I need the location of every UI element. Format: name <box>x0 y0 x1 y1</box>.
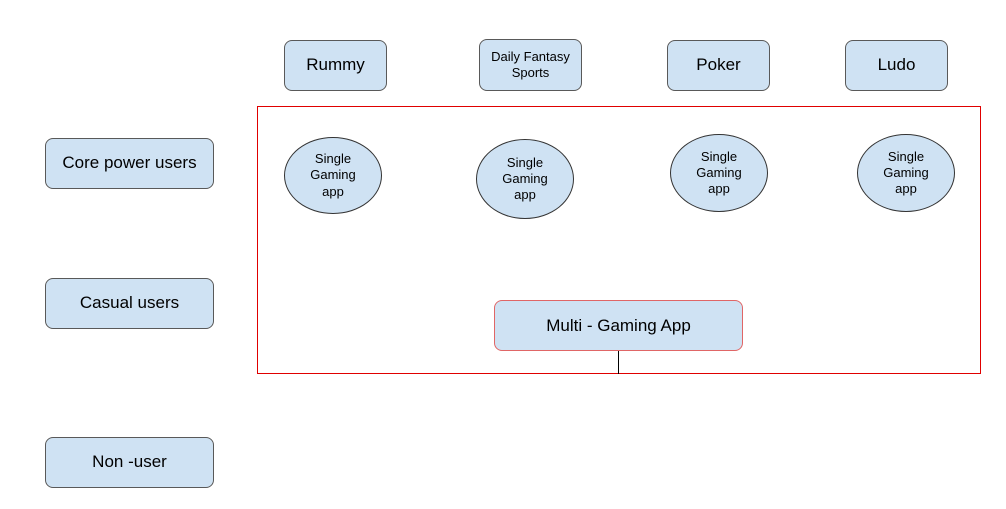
connector-line <box>618 351 619 374</box>
single-app-poker: Single Gaming app <box>670 134 768 212</box>
segment-non-user: Non -user <box>45 437 214 488</box>
segment-core-power-users: Core power users <box>45 138 214 189</box>
segment-casual-users: Casual users <box>45 278 214 329</box>
game-daily-fantasy-sports: Daily Fantasy Sports <box>479 39 582 91</box>
game-poker: Poker <box>667 40 770 91</box>
game-rummy: Rummy <box>284 40 387 91</box>
single-app-rummy: Single Gaming app <box>284 137 382 214</box>
single-app-ludo: Single Gaming app <box>857 134 955 212</box>
game-ludo: Ludo <box>845 40 948 91</box>
multi-gaming-app: Multi - Gaming App <box>494 300 743 351</box>
single-app-dfs: Single Gaming app <box>476 139 574 219</box>
